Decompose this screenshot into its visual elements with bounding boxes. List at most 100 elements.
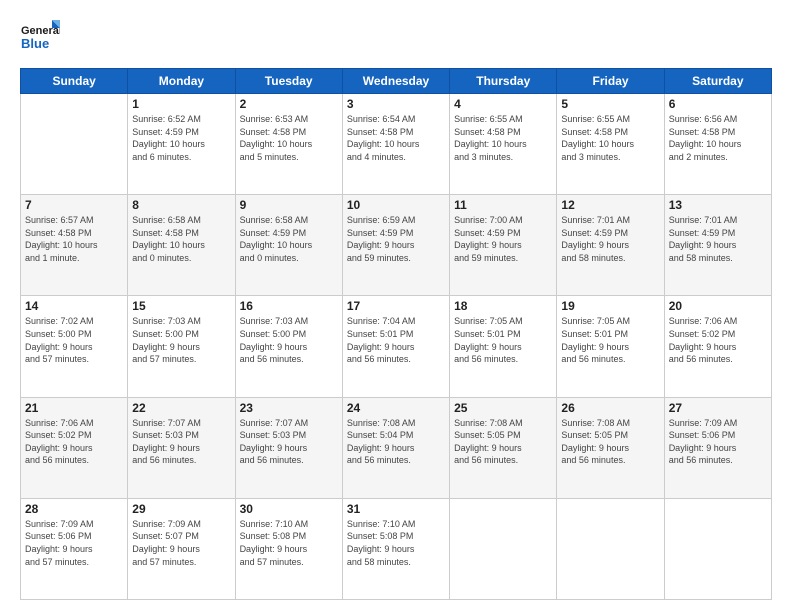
day-info: Sunrise: 7:05 AM Sunset: 5:01 PM Dayligh… bbox=[561, 315, 659, 365]
day-number: 25 bbox=[454, 401, 552, 415]
day-info: Sunrise: 7:10 AM Sunset: 5:08 PM Dayligh… bbox=[347, 518, 445, 568]
calendar-cell: 18 Sunrise: 7:05 AM Sunset: 5:01 PM Dayli… bbox=[450, 296, 557, 397]
calendar-cell: 3 Sunrise: 6:54 AM Sunset: 4:58 PM Daylig… bbox=[342, 94, 449, 195]
calendar-cell: 11 Sunrise: 7:00 AM Sunset: 4:59 PM Dayli… bbox=[450, 195, 557, 296]
day-number: 11 bbox=[454, 198, 552, 212]
day-number: 29 bbox=[132, 502, 230, 516]
day-number: 24 bbox=[347, 401, 445, 415]
day-info: Sunrise: 6:57 AM Sunset: 4:58 PM Dayligh… bbox=[25, 214, 123, 264]
day-number: 8 bbox=[132, 198, 230, 212]
calendar-week-row: 14 Sunrise: 7:02 AM Sunset: 5:00 PM Dayli… bbox=[21, 296, 772, 397]
calendar-cell bbox=[21, 94, 128, 195]
calendar-cell: 15 Sunrise: 7:03 AM Sunset: 5:00 PM Dayli… bbox=[128, 296, 235, 397]
calendar-cell: 6 Sunrise: 6:56 AM Sunset: 4:58 PM Daylig… bbox=[664, 94, 771, 195]
day-info: Sunrise: 7:06 AM Sunset: 5:02 PM Dayligh… bbox=[669, 315, 767, 365]
day-number: 21 bbox=[25, 401, 123, 415]
day-number: 15 bbox=[132, 299, 230, 313]
day-number: 20 bbox=[669, 299, 767, 313]
day-info: Sunrise: 6:55 AM Sunset: 4:58 PM Dayligh… bbox=[561, 113, 659, 163]
day-number: 27 bbox=[669, 401, 767, 415]
day-info: Sunrise: 7:03 AM Sunset: 5:00 PM Dayligh… bbox=[240, 315, 338, 365]
calendar-cell: 22Sunrise: 7:07 AM Sunset: 5:03 PM Dayli… bbox=[128, 397, 235, 498]
day-info: Sunrise: 6:54 AM Sunset: 4:58 PM Dayligh… bbox=[347, 113, 445, 163]
day-number: 1 bbox=[132, 97, 230, 111]
day-number: 14 bbox=[25, 299, 123, 313]
day-info: Sunrise: 7:04 AM Sunset: 5:01 PM Dayligh… bbox=[347, 315, 445, 365]
day-number: 18 bbox=[454, 299, 552, 313]
day-info: Sunrise: 7:03 AM Sunset: 5:00 PM Dayligh… bbox=[132, 315, 230, 365]
day-number: 7 bbox=[25, 198, 123, 212]
day-info: Sunrise: 6:52 AM Sunset: 4:59 PM Dayligh… bbox=[132, 113, 230, 163]
day-number: 31 bbox=[347, 502, 445, 516]
day-header-friday: Friday bbox=[557, 69, 664, 94]
calendar-cell: 5Sunrise: 6:55 AM Sunset: 4:58 PM Daylig… bbox=[557, 94, 664, 195]
calendar-cell: 30Sunrise: 7:10 AM Sunset: 5:08 PM Dayli… bbox=[235, 498, 342, 599]
day-info: Sunrise: 7:09 AM Sunset: 5:07 PM Dayligh… bbox=[132, 518, 230, 568]
day-header-saturday: Saturday bbox=[664, 69, 771, 94]
logo-svg: General Blue bbox=[20, 18, 60, 58]
day-number: 9 bbox=[240, 198, 338, 212]
calendar-cell: 8Sunrise: 6:58 AM Sunset: 4:58 PM Daylig… bbox=[128, 195, 235, 296]
calendar-week-row: 7 Sunrise: 6:57 AM Sunset: 4:58 PM Daylig… bbox=[21, 195, 772, 296]
calendar-cell: 1 Sunrise: 6:52 AM Sunset: 4:59 PM Daylig… bbox=[128, 94, 235, 195]
calendar-cell: 16 Sunrise: 7:03 AM Sunset: 5:00 PM Dayli… bbox=[235, 296, 342, 397]
day-number: 6 bbox=[669, 97, 767, 111]
day-number: 3 bbox=[347, 97, 445, 111]
calendar-cell: 19 Sunrise: 7:05 AM Sunset: 5:01 PM Dayli… bbox=[557, 296, 664, 397]
day-number: 19 bbox=[561, 299, 659, 313]
day-info: Sunrise: 7:08 AM Sunset: 5:05 PM Dayligh… bbox=[454, 417, 552, 467]
calendar-cell: 13Sunrise: 7:01 AM Sunset: 4:59 PM Dayli… bbox=[664, 195, 771, 296]
calendar-cell: 7 Sunrise: 6:57 AM Sunset: 4:58 PM Daylig… bbox=[21, 195, 128, 296]
calendar-cell bbox=[450, 498, 557, 599]
calendar-cell: 14 Sunrise: 7:02 AM Sunset: 5:00 PM Dayli… bbox=[21, 296, 128, 397]
day-number: 4 bbox=[454, 97, 552, 111]
day-info: Sunrise: 7:00 AM Sunset: 4:59 PM Dayligh… bbox=[454, 214, 552, 264]
calendar-week-row: 21 Sunrise: 7:06 AM Sunset: 5:02 PM Dayli… bbox=[21, 397, 772, 498]
day-header-monday: Monday bbox=[128, 69, 235, 94]
calendar-cell: 31 Sunrise: 7:10 AM Sunset: 5:08 PM Dayli… bbox=[342, 498, 449, 599]
day-info: Sunrise: 6:56 AM Sunset: 4:58 PM Dayligh… bbox=[669, 113, 767, 163]
calendar-cell: 23 Sunrise: 7:07 AM Sunset: 5:03 PM Dayli… bbox=[235, 397, 342, 498]
day-number: 17 bbox=[347, 299, 445, 313]
calendar-cell: 12 Sunrise: 7:01 AM Sunset: 4:59 PM Dayli… bbox=[557, 195, 664, 296]
day-number: 30 bbox=[240, 502, 338, 516]
day-number: 2 bbox=[240, 97, 338, 111]
day-info: Sunrise: 7:08 AM Sunset: 5:04 PM Dayligh… bbox=[347, 417, 445, 467]
calendar-header-row: SundayMondayTuesdayWednesdayThursdayFrid… bbox=[21, 69, 772, 94]
day-info: Sunrise: 7:07 AM Sunset: 5:03 PM Dayligh… bbox=[240, 417, 338, 467]
day-header-wednesday: Wednesday bbox=[342, 69, 449, 94]
day-number: 13 bbox=[669, 198, 767, 212]
svg-text:Blue: Blue bbox=[21, 36, 49, 51]
calendar-cell: 28 Sunrise: 7:09 AM Sunset: 5:06 PM Dayli… bbox=[21, 498, 128, 599]
calendar-cell: 24 Sunrise: 7:08 AM Sunset: 5:04 PM Dayli… bbox=[342, 397, 449, 498]
calendar-cell: 26 Sunrise: 7:08 AM Sunset: 5:05 PM Dayli… bbox=[557, 397, 664, 498]
calendar-week-row: 1 Sunrise: 6:52 AM Sunset: 4:59 PM Daylig… bbox=[21, 94, 772, 195]
day-number: 12 bbox=[561, 198, 659, 212]
day-info: Sunrise: 7:01 AM Sunset: 4:59 PM Dayligh… bbox=[561, 214, 659, 264]
day-header-sunday: Sunday bbox=[21, 69, 128, 94]
day-number: 23 bbox=[240, 401, 338, 415]
calendar-cell: 4 Sunrise: 6:55 AM Sunset: 4:58 PM Daylig… bbox=[450, 94, 557, 195]
day-info: Sunrise: 7:02 AM Sunset: 5:00 PM Dayligh… bbox=[25, 315, 123, 365]
day-info: Sunrise: 6:53 AM Sunset: 4:58 PM Dayligh… bbox=[240, 113, 338, 163]
day-header-thursday: Thursday bbox=[450, 69, 557, 94]
day-info: Sunrise: 7:08 AM Sunset: 5:05 PM Dayligh… bbox=[561, 417, 659, 467]
calendar-cell: 17 Sunrise: 7:04 AM Sunset: 5:01 PM Dayli… bbox=[342, 296, 449, 397]
day-info: Sunrise: 7:07 AM Sunset: 5:03 PM Dayligh… bbox=[132, 417, 230, 467]
day-number: 16 bbox=[240, 299, 338, 313]
day-info: Sunrise: 6:59 AM Sunset: 4:59 PM Dayligh… bbox=[347, 214, 445, 264]
calendar-cell: 10Sunrise: 6:59 AM Sunset: 4:59 PM Dayli… bbox=[342, 195, 449, 296]
calendar-cell: 29 Sunrise: 7:09 AM Sunset: 5:07 PM Dayli… bbox=[128, 498, 235, 599]
day-number: 28 bbox=[25, 502, 123, 516]
day-number: 26 bbox=[561, 401, 659, 415]
day-info: Sunrise: 6:55 AM Sunset: 4:58 PM Dayligh… bbox=[454, 113, 552, 163]
calendar-cell: 9Sunrise: 6:58 AM Sunset: 4:59 PM Daylig… bbox=[235, 195, 342, 296]
day-info: Sunrise: 7:09 AM Sunset: 5:06 PM Dayligh… bbox=[25, 518, 123, 568]
page: General Blue SundayMondayTuesdayWednesda… bbox=[0, 0, 792, 612]
calendar-cell bbox=[664, 498, 771, 599]
calendar-table: SundayMondayTuesdayWednesdayThursdayFrid… bbox=[20, 68, 772, 600]
day-info: Sunrise: 7:06 AM Sunset: 5:02 PM Dayligh… bbox=[25, 417, 123, 467]
day-info: Sunrise: 7:09 AM Sunset: 5:06 PM Dayligh… bbox=[669, 417, 767, 467]
day-info: Sunrise: 7:05 AM Sunset: 5:01 PM Dayligh… bbox=[454, 315, 552, 365]
calendar-cell: 20 Sunrise: 7:06 AM Sunset: 5:02 PM Dayli… bbox=[664, 296, 771, 397]
